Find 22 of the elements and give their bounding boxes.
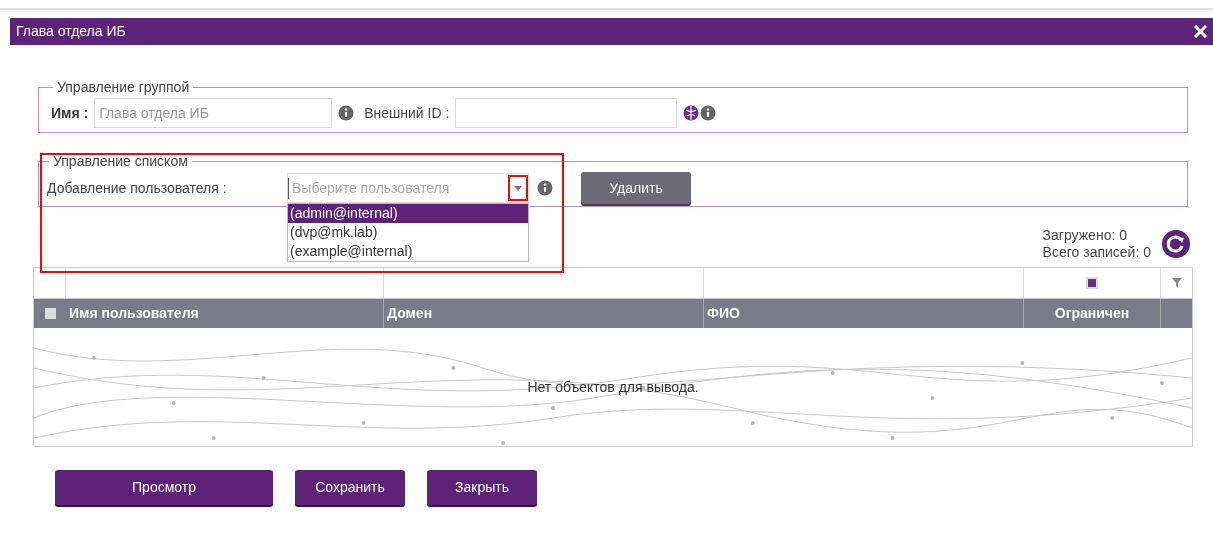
name-field[interactable]: Глава отдела ИБ — [94, 98, 333, 128]
user-option[interactable]: (dvp@mk.lab) — [288, 223, 528, 242]
column-header[interactable]: Имя пользователя — [66, 299, 384, 328]
user-option[interactable]: (example@internal) — [288, 242, 528, 261]
group-legend: Управление группой — [53, 77, 194, 98]
dialog-button[interactable]: Сохранить — [295, 470, 405, 505]
external-id-label: Внешний ID : — [364, 103, 450, 123]
name-label: Имя : — [51, 103, 89, 123]
add-user-label: Добавление пользователя : — [47, 178, 228, 198]
dialog-button[interactable]: Закрыть — [427, 470, 537, 505]
empty-message: Нет объектов для вывода. — [527, 377, 699, 397]
user-select-placeholder: Выберите пользователя — [288, 177, 450, 199]
column-header[interactable]: Домен — [384, 299, 704, 328]
column-header[interactable]: Ограничен — [1024, 299, 1161, 328]
column-header[interactable]: ФИО — [704, 299, 1024, 328]
dialog-title: Глава отдела ИБ — [16, 22, 126, 41]
list-legend: Управление списком — [49, 151, 192, 172]
user-option[interactable]: (admin@internal) — [288, 204, 528, 223]
loaded-count: Загружено: 0 — [1042, 227, 1128, 244]
total-count: Всего записей: 0 — [1042, 244, 1151, 261]
delete-button[interactable]: Удалить — [581, 172, 691, 204]
dialog-button[interactable]: Просмотр — [55, 470, 273, 505]
